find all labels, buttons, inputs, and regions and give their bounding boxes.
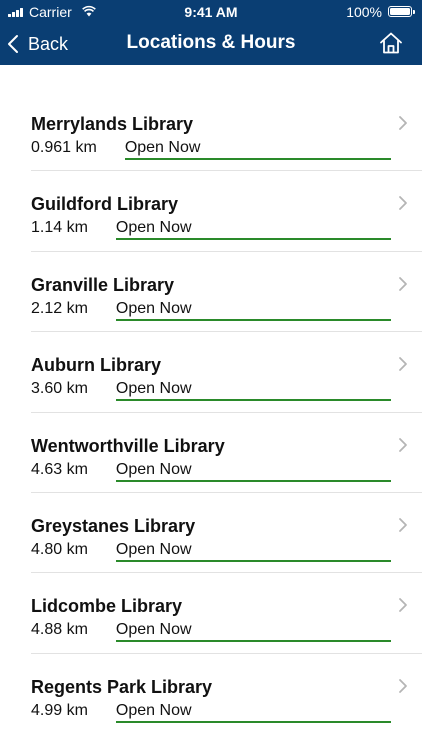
chevron-right-icon <box>399 357 407 372</box>
library-name: Greystanes Library <box>31 515 196 536</box>
library-distance: 3.60 km <box>31 380 88 398</box>
library-list-item[interactable]: Greystanes Library 4.80 km Open Now <box>31 493 422 574</box>
library-name: Granville Library <box>31 274 175 295</box>
open-status: Open Now <box>115 461 391 482</box>
open-status: Open Now <box>115 300 391 321</box>
library-distance: 4.80 km <box>31 540 88 558</box>
chevron-right-icon <box>399 518 407 532</box>
battery-percentage: 100% <box>346 4 382 20</box>
navigation-bar: Back Locations & Hours <box>0 24 422 65</box>
library-distance: 4.88 km <box>31 621 88 639</box>
open-status: Open Now <box>115 702 391 723</box>
library-distance: 1.14 km <box>31 219 88 237</box>
library-list-item[interactable]: Granville Library 2.12 km Open Now <box>31 252 422 333</box>
open-status: Open Now <box>124 139 391 160</box>
library-name: Wentworthville Library <box>31 435 225 456</box>
library-distance: 4.99 km <box>31 701 88 719</box>
library-meta: 0.961 km Open Now <box>31 139 391 161</box>
library-list-item[interactable]: Guildford Library 1.14 km Open Now <box>31 171 422 252</box>
library-distance: 2.12 km <box>31 299 88 317</box>
chevron-right-icon <box>399 276 407 291</box>
chevron-left-icon <box>8 35 18 53</box>
library-meta: 4.99 km Open Now <box>31 702 391 724</box>
library-name: Merrylands Library <box>31 114 194 134</box>
chevron-right-icon <box>399 437 407 452</box>
library-distance: 4.63 km <box>31 460 88 478</box>
library-list-item[interactable]: Merrylands Library 0.961 km Open Now <box>31 91 422 172</box>
library-list-item[interactable]: Auburn Library 3.60 km Open Now <box>31 332 422 413</box>
library-list-item[interactable]: Wentworthville Library 4.63 km Open Now <box>31 413 422 493</box>
open-status: Open Now <box>115 621 391 643</box>
open-status: Open Now <box>115 380 391 402</box>
open-status: Open Now <box>115 219 391 241</box>
home-icon[interactable] <box>378 30 404 56</box>
library-meta: 1.14 km Open Now <box>31 219 391 241</box>
back-label: Back <box>28 33 69 54</box>
chevron-right-icon <box>399 598 407 613</box>
chevron-right-icon <box>399 678 407 693</box>
library-meta: 3.60 km Open Now <box>31 380 391 402</box>
chevron-right-icon <box>399 196 407 211</box>
library-name: Auburn Library <box>31 355 162 376</box>
library-name: Guildford Library <box>31 194 179 215</box>
library-list-item[interactable]: Lidcombe Library 4.88 km Open Now <box>31 573 422 654</box>
open-status: Open Now <box>115 541 391 562</box>
app-header: Carrier 9:41 AM 100% Back Locations & Ho… <box>0 0 422 65</box>
library-meta: 4.88 km Open Now <box>31 621 391 643</box>
library-list-item[interactable]: Regents Park Library 4.99 km Open Now <box>31 654 422 734</box>
library-meta: 2.12 km Open Now <box>31 300 391 322</box>
library-distance: 0.961 km <box>31 139 97 156</box>
library-name: Regents Park Library <box>31 676 213 697</box>
battery-icon <box>388 6 415 17</box>
library-meta: 4.80 km Open Now <box>31 541 391 563</box>
library-meta: 4.63 km Open Now <box>31 461 391 483</box>
library-list: Merrylands Library 0.961 km Open Now Gui… <box>0 91 422 734</box>
back-button[interactable]: Back <box>6 30 68 58</box>
library-name: Lidcombe Library <box>31 596 183 617</box>
chevron-right-icon <box>399 116 407 130</box>
status-bar: Carrier 9:41 AM 100% <box>0 0 422 24</box>
